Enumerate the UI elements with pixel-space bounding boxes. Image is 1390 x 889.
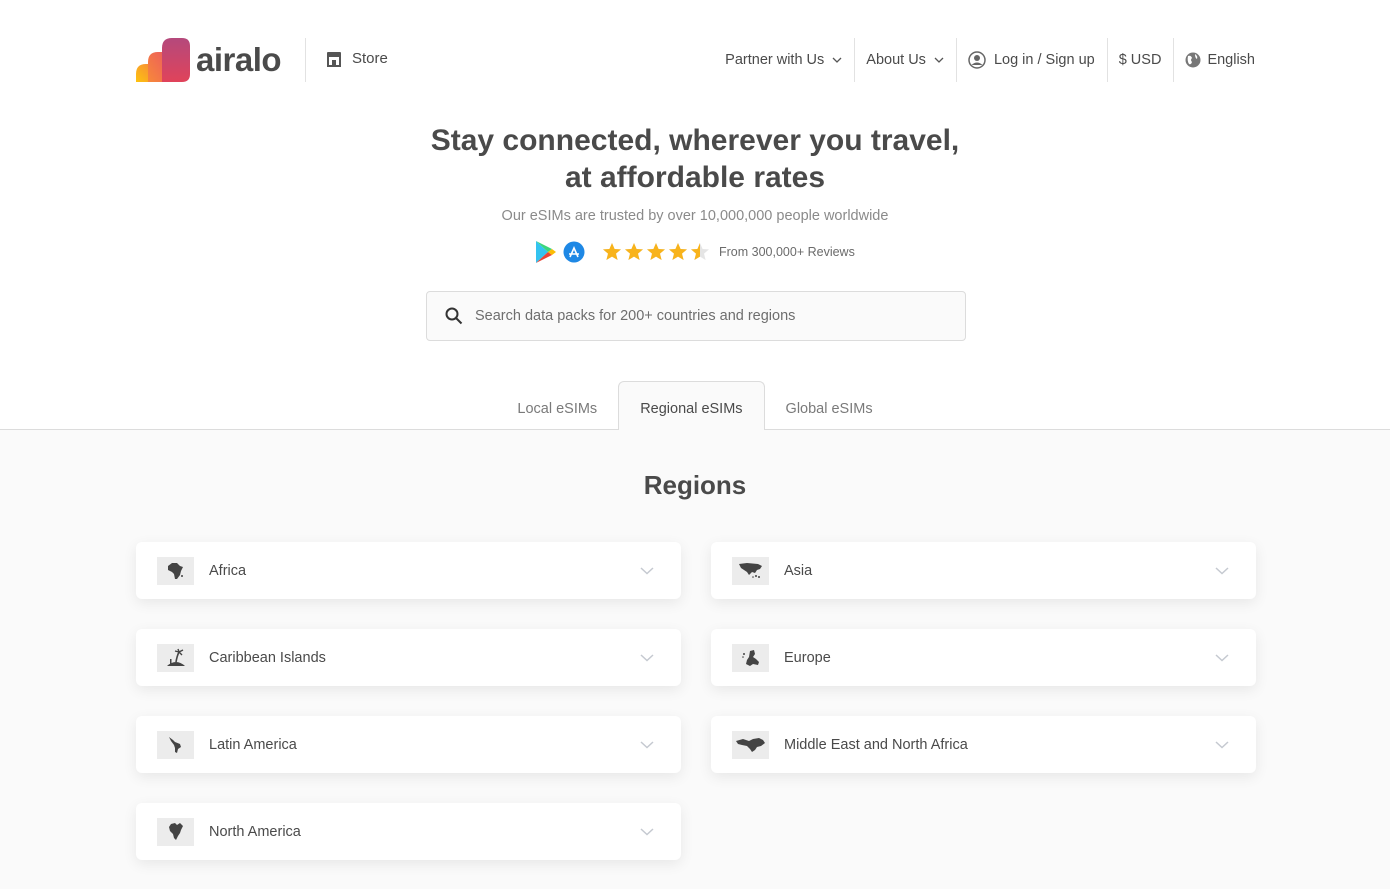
region-card-europe[interactable]: Europe <box>711 629 1256 686</box>
reviews-count: From 300,000+ Reviews <box>719 245 855 259</box>
chevron-down-icon <box>1215 740 1229 749</box>
nav-partner-with-us[interactable]: Partner with Us <box>713 38 854 82</box>
mena-map-icon <box>732 730 769 759</box>
chevron-down-icon <box>640 827 654 836</box>
chevron-down-icon <box>640 653 654 662</box>
star-icon <box>603 243 621 260</box>
regions-title: Regions <box>643 470 747 500</box>
regions-section: Regions Africa Asia Caribbean Islands Eu… <box>0 430 1390 889</box>
star-icon <box>647 243 665 260</box>
nav-currency[interactable]: $ USD <box>1106 38 1174 82</box>
user-circle-icon <box>968 51 986 69</box>
africa-map-icon <box>157 556 194 585</box>
hero-subtitle: Our eSIMs are trusted by over 10,000,000… <box>501 208 889 224</box>
tab-label: Local eSIMs <box>517 400 598 417</box>
star-rating <box>601 241 711 263</box>
top-nav: Partner with Us About Us Log in / Sign u… <box>713 38 1255 82</box>
tab-label: Global eSIMs <box>785 400 873 417</box>
chevron-down-icon <box>640 566 654 575</box>
region-card-africa[interactable]: Africa <box>136 542 681 599</box>
region-name: North America <box>209 823 301 840</box>
site-header: airalo Store Partner with Us About Us Lo… <box>0 0 1390 120</box>
hero-title: Stay connected, wherever you travel, at … <box>0 122 1390 196</box>
airalo-logo-icon <box>136 38 190 82</box>
search-box[interactable] <box>426 291 966 341</box>
nav-login-signup[interactable]: Log in / Sign up <box>955 38 1107 82</box>
header-divider <box>305 38 306 82</box>
tab-regional-esims[interactable]: Regional eSIMs <box>618 381 765 431</box>
star-icon <box>691 243 709 260</box>
store-link[interactable]: Store <box>326 50 388 67</box>
nav-label: Partner with Us <box>725 52 825 68</box>
tab-label: Regional eSIMs <box>640 401 743 417</box>
chevron-down-icon <box>640 740 654 749</box>
app-store-icon[interactable] <box>563 241 585 263</box>
region-name: Europe <box>784 649 831 666</box>
region-card-caribbean-islands[interactable]: Caribbean Islands <box>136 629 681 686</box>
chevron-down-icon <box>934 57 944 63</box>
chevron-down-icon <box>1215 653 1229 662</box>
tab-global-esims[interactable]: Global eSIMs <box>765 381 894 430</box>
region-name: Asia <box>784 562 813 579</box>
chevron-down-icon <box>1215 566 1229 575</box>
region-name: Caribbean Islands <box>209 649 326 666</box>
regions-grid: Africa Asia Caribbean Islands Europe Lat… <box>136 542 1256 860</box>
star-icon <box>625 243 643 260</box>
region-name: Middle East and North Africa <box>784 736 968 753</box>
store-icon <box>327 51 341 67</box>
chevron-down-icon <box>832 57 842 63</box>
region-name: Africa <box>209 562 247 579</box>
airalo-logo[interactable]: airalo <box>136 38 282 82</box>
nav-label: Log in / Sign up <box>993 52 1095 68</box>
nav-label: English <box>1207 52 1255 68</box>
logo-text: airalo <box>196 41 282 78</box>
hero-title-line1: Stay connected, wherever you travel, <box>430 124 960 157</box>
region-card-middle-east-north-africa[interactable]: Middle East and North Africa <box>711 716 1256 773</box>
europe-map-icon <box>732 643 769 672</box>
asia-map-icon <box>732 556 769 585</box>
region-card-latin-america[interactable]: Latin America <box>136 716 681 773</box>
nav-label: $ USD <box>1118 52 1162 68</box>
north-america-map-icon <box>157 817 194 846</box>
nav-label: About Us <box>866 52 926 68</box>
star-icon <box>669 243 687 260</box>
latin-america-map-icon <box>157 730 194 759</box>
region-name: Latin America <box>209 736 297 753</box>
search-icon <box>445 307 463 325</box>
search-input[interactable] <box>475 308 935 324</box>
region-card-asia[interactable]: Asia <box>711 542 1256 599</box>
region-card-north-america[interactable]: North America <box>136 803 681 860</box>
rating-row: From 300,000+ Reviews <box>535 240 855 264</box>
esim-tabs: Local eSIMs Regional eSIMs Global eSIMs <box>0 381 1390 431</box>
google-play-icon[interactable] <box>535 240 557 264</box>
store-label: Store <box>352 50 388 67</box>
island-icon <box>157 643 194 672</box>
globe-icon <box>1185 52 1201 68</box>
hero-title-line2: at affordable rates <box>564 161 826 194</box>
nav-language[interactable]: English <box>1173 38 1255 82</box>
nav-about-us[interactable]: About Us <box>854 38 956 82</box>
tab-local-esims[interactable]: Local eSIMs <box>496 381 618 430</box>
